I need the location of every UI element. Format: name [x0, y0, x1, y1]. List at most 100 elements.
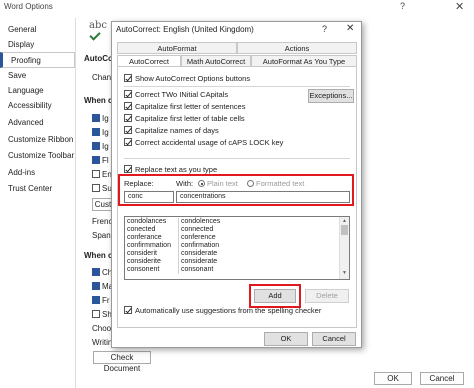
writing-style-label: Writin	[92, 338, 113, 347]
nav-item-proofing[interactable]: Proofing	[0, 52, 75, 68]
delete-button[interactable]: Delete	[305, 289, 349, 303]
options-ok-button[interactable]: OK	[374, 372, 412, 385]
nav-item-advanced[interactable]: Advanced	[0, 115, 75, 131]
list-item[interactable]: consonent consonant	[125, 266, 339, 274]
list-scrollbar[interactable]: ▲ ▼	[339, 217, 349, 279]
separator	[124, 158, 350, 159]
replace-as-you-type-label: Replace text as you type	[135, 165, 218, 174]
option-checkbox[interactable]	[124, 102, 132, 110]
scroll-up-icon[interactable]: ▲	[342, 218, 347, 224]
dialog-close-icon[interactable]: ✕	[346, 23, 354, 34]
option-row[interactable]: Correct TWo INitial CApitals	[124, 90, 228, 99]
list-item[interactable]: considerite considerate	[125, 258, 339, 266]
option-row[interactable]: Correct accidental usage of cAPS LOCK ke…	[124, 138, 283, 147]
option-checkbox[interactable]	[124, 90, 132, 98]
nav-item-accessibility[interactable]: Accessibility	[0, 98, 75, 114]
enforce-accented-checkbox[interactable]	[92, 170, 100, 178]
nav-item-save[interactable]: Save	[0, 68, 75, 84]
list-item[interactable]: conected connected	[125, 226, 339, 234]
dialog-cancel-button[interactable]: Cancel	[312, 332, 356, 346]
list-item-replace: condolances	[127, 218, 167, 225]
suggest-main-checkbox[interactable]	[92, 184, 100, 192]
word-options-titlebar: Word Options ? ✕	[0, 0, 474, 14]
auto-suggest-label: Automatically use suggestions from the s…	[135, 306, 322, 315]
nav-item-customize-ribbon[interactable]: Customize Ribbon	[0, 132, 75, 148]
list-item-replace: conected	[127, 226, 156, 233]
spelling-abc-icon: abc	[89, 20, 107, 31]
option-row[interactable]: Capitalize first letter of sentences	[124, 102, 245, 111]
option-label: Capitalize names of days	[135, 126, 219, 135]
list-item-replace: confirmmation	[127, 242, 171, 249]
list-item-replace: consonent	[127, 266, 160, 273]
option-label: Correct accidental usage of cAPS LOCK ke…	[135, 138, 284, 147]
option-row[interactable]: Capitalize first letter of table cells	[124, 114, 245, 123]
mark-grammar-checkbox[interactable]	[92, 282, 100, 290]
nav-item-language[interactable]: Language	[0, 83, 75, 99]
autocorrect-list[interactable]: condolances condolences conected connected…	[124, 216, 350, 280]
check-document-button[interactable]: Check Document	[93, 351, 151, 373]
option-checkbox[interactable]	[124, 126, 132, 134]
list-item[interactable]: considerit considerate	[125, 250, 339, 258]
frequently-confused-label: Fr	[102, 296, 110, 305]
list-item-replace: conferance	[127, 234, 162, 241]
help-icon[interactable]: ?	[400, 1, 405, 11]
nav-item-customize-toolbar[interactable]: Customize Toolbar	[0, 148, 75, 164]
show-options-checkbox[interactable]	[124, 74, 132, 82]
autocorrect-heading: AutoCo	[84, 54, 113, 63]
list-item-replace: considerite	[127, 258, 161, 265]
show-options-label: Show AutoCorrect Options buttons	[135, 74, 251, 83]
separator	[124, 86, 350, 87]
list-item-with: consonant	[178, 266, 213, 274]
replace-as-you-type-checkbox[interactable]	[124, 165, 132, 173]
options-cancel-button[interactable]: Cancel	[420, 372, 464, 385]
replace-as-you-type-row[interactable]: Replace text as you type	[124, 165, 217, 174]
list-item-with: confirmation	[178, 242, 219, 250]
exceptions-button[interactable]: Exceptions...	[308, 89, 354, 103]
show-options-row[interactable]: Show AutoCorrect Options buttons	[124, 74, 250, 83]
ignore-numbers-checkbox[interactable]	[92, 128, 100, 136]
list-item[interactable]: confirmmation confirmation	[125, 242, 339, 250]
option-row[interactable]: Capitalize names of days	[124, 126, 219, 135]
option-label: Capitalize first letter of sentences	[135, 102, 246, 111]
flag-repeated-checkbox[interactable]	[92, 156, 100, 164]
tab-actions[interactable]: Actions	[237, 42, 357, 54]
show-readability-checkbox[interactable]	[92, 310, 100, 318]
list-item-replace: considerit	[127, 250, 157, 257]
when-correcting-heading: When c	[84, 96, 113, 105]
list-item[interactable]: condolances condolences	[125, 218, 339, 226]
flag-repeated-label: Fl	[102, 156, 109, 165]
option-checkbox[interactable]	[124, 114, 132, 122]
nav-item-trust-center[interactable]: Trust Center	[0, 181, 75, 197]
dialog-title: AutoCorrect: English (United Kingdom)	[116, 25, 254, 34]
option-checkbox[interactable]	[124, 138, 132, 146]
ignore-numbers-label: Ig	[102, 128, 109, 137]
list-item-with: condolences	[178, 218, 220, 226]
list-item-with: conference	[178, 234, 216, 242]
replace-with-highlight	[118, 174, 354, 206]
list-item[interactable]: conferance conference	[125, 234, 339, 242]
check-spelling-checkbox[interactable]	[92, 268, 100, 276]
tab-autoformat[interactable]: AutoFormat	[117, 42, 237, 54]
auto-suggest-checkbox[interactable]	[124, 306, 132, 314]
ignore-internet-checkbox[interactable]	[92, 142, 100, 150]
ignore-internet-label: Ig	[102, 142, 109, 151]
list-item-with: connected	[178, 226, 213, 234]
word-options-title: Word Options	[4, 2, 53, 11]
nav-item-general[interactable]: General	[0, 22, 75, 38]
nav-item-display[interactable]: Display	[0, 37, 75, 53]
close-icon[interactable]: ✕	[455, 0, 464, 13]
when-correcting-word-heading: When c	[84, 251, 113, 260]
option-label: Correct TWo INitial CApitals	[135, 90, 229, 99]
auto-suggest-row[interactable]: Automatically use suggestions from the s…	[124, 306, 321, 315]
scroll-thumb[interactable]	[341, 225, 348, 235]
dialog-help-icon[interactable]: ?	[322, 24, 327, 34]
ignore-uppercase-checkbox[interactable]	[92, 114, 100, 122]
list-item-with: considerate	[178, 250, 217, 258]
dialog-ok-button[interactable]: OK	[264, 332, 308, 346]
checkmark-icon	[89, 29, 101, 41]
ignore-uppercase-label: Ig	[102, 114, 109, 123]
add-button-highlight	[249, 284, 301, 308]
frequently-confused-checkbox[interactable]	[92, 296, 100, 304]
scroll-down-icon[interactable]: ▼	[342, 270, 347, 276]
nav-item-add-ins[interactable]: Add-ins	[0, 165, 75, 181]
